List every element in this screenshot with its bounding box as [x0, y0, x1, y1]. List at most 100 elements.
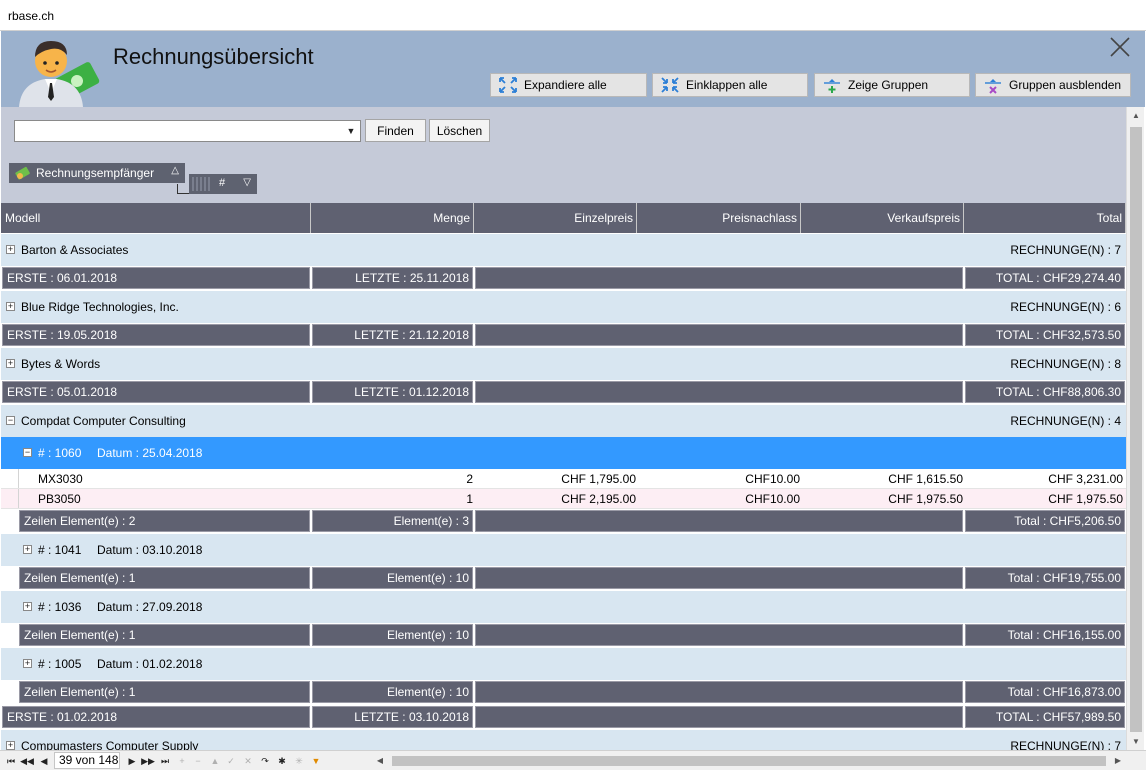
first-page-icon[interactable]: ⏮ [3, 753, 19, 769]
cell-discount: CHF10.00 [745, 472, 800, 486]
invoice-number: # : 1041 [38, 543, 82, 557]
dropdown-arrow-icon[interactable]: ▼ [344, 123, 358, 139]
invoice-summary-row: Zeilen Element(e) : 1 Element(e) : 10 To… [1, 680, 1126, 705]
scroll-thumb[interactable] [1130, 127, 1142, 732]
show-groups-button[interactable]: Zeige Gruppen [814, 73, 970, 97]
table-row[interactable]: PB3050 1 CHF 2,195.00 CHF10.00 CHF 1,975… [1, 489, 1126, 509]
group-summary-row: ERSTE : 01.02.2018 LETZTE : 03.10.2018 T… [1, 705, 1126, 730]
hide-groups-button[interactable]: Gruppen ausblenden [975, 73, 1131, 97]
expand-all-button[interactable]: Expandiere alle [490, 73, 647, 97]
cancel-edit-icon[interactable]: ✕ [240, 753, 256, 769]
column-header-unit-price[interactable]: Einzelpreis [474, 203, 637, 233]
next-record-icon[interactable]: ▶ [124, 753, 140, 769]
table-row[interactable]: MX3030 2 CHF 1,795.00 CHF10.00 CHF 1,615… [1, 469, 1126, 489]
invoice-element-count: Element(e) : 10 [312, 567, 473, 589]
close-icon[interactable] [1107, 34, 1133, 60]
expand-icon[interactable]: + [6, 302, 15, 311]
drag-grip-icon[interactable] [192, 177, 212, 191]
record-navigator: ⏮ ◀◀ ◀ 39 von 148 ▶ ▶▶ ⏭ + − ▲ ✓ ✕ ↷ ✱ ✳… [0, 750, 1146, 770]
collapse-icon[interactable]: − [6, 416, 15, 425]
expand-icon[interactable]: + [6, 741, 15, 750]
previous-record-icon[interactable]: ◀ [36, 753, 52, 769]
search-combo[interactable]: ▼ [14, 120, 361, 142]
group-row[interactable]: + Compumasters Computer Supply RECHNUNGE… [1, 730, 1126, 750]
group-total: TOTAL : CHF88,806.30 [965, 381, 1125, 403]
group-row[interactable]: + Barton & Associates RECHNUNGE(N) : 7 [1, 234, 1126, 266]
indent-line [18, 489, 19, 508]
clear-button[interactable]: Löschen [429, 119, 490, 142]
invoice-group-row-selected[interactable]: − # : 1060 Datum : 25.04.2018 [1, 437, 1126, 469]
invoice-line-count: Zeilen Element(e) : 1 [19, 624, 310, 646]
horizontal-scrollbar[interactable]: ◀ ▶ [372, 753, 1126, 769]
group-by-recipient-chip[interactable]: Rechnungsempfänger △ [9, 163, 185, 183]
group-row[interactable]: + Blue Ridge Technologies, Inc. RECHNUNG… [1, 291, 1126, 323]
group-total: TOTAL : CHF32,573.50 [965, 324, 1125, 346]
collapse-icon[interactable]: − [23, 448, 32, 457]
column-header-model[interactable]: Modell [1, 203, 311, 233]
hide-groups-icon [985, 79, 1001, 94]
invoice-line-count: Zeilen Element(e) : 2 [19, 510, 310, 532]
add-record-icon[interactable]: + [174, 753, 190, 769]
expand-icon[interactable]: + [23, 545, 32, 554]
group-name: Compdat Computer Consulting [21, 414, 186, 428]
filter-funnel-icon[interactable]: ▼ [308, 753, 324, 769]
edit-record-icon[interactable]: ▲ [207, 753, 223, 769]
group-by-number-chip[interactable]: # ▽ [189, 174, 257, 194]
group-total: TOTAL : CHF57,989.50 [965, 706, 1125, 728]
group-by-recipient-label: Rechnungsempfänger [36, 166, 155, 180]
invoice-grid: Modell Menge Einzelpreis Preisnachlass V… [1, 203, 1126, 750]
indent-line [18, 469, 19, 488]
invoice-number: # : 1005 [38, 657, 82, 671]
find-button[interactable]: Finden [365, 119, 426, 142]
scroll-up-icon[interactable]: ▲ [1128, 107, 1144, 124]
last-page-icon[interactable]: ⏭ [157, 753, 173, 769]
group-row-expanded[interactable]: − Compdat Computer Consulting RECHNUNGE(… [1, 405, 1126, 437]
delete-record-icon[interactable]: − [190, 753, 206, 769]
filter-icon[interactable]: ▽ [243, 177, 251, 188]
previous-page-icon[interactable]: ◀◀ [19, 753, 35, 769]
expand-all-label: Expandiere alle [524, 78, 607, 92]
cell-model: MX3030 [38, 472, 83, 486]
scroll-right-icon[interactable]: ▶ [1110, 753, 1126, 769]
summary-spacer [475, 267, 963, 289]
cell-discount: CHF10.00 [745, 492, 800, 506]
column-header-discount[interactable]: Preisnachlass [637, 203, 801, 233]
summary-spacer [475, 510, 963, 532]
horizontal-scroll-thumb[interactable] [392, 756, 1106, 766]
expand-icon[interactable]: + [6, 359, 15, 368]
column-header-quantity[interactable]: Menge [311, 203, 474, 233]
invoice-date: Datum : 25.04.2018 [97, 446, 203, 460]
expand-icon[interactable]: + [6, 245, 15, 254]
scroll-down-icon[interactable]: ▼ [1128, 733, 1144, 750]
column-header-total[interactable]: Total [964, 203, 1126, 233]
summary-spacer [475, 324, 963, 346]
expand-icon[interactable]: + [23, 659, 32, 668]
cell-quantity: 2 [466, 472, 473, 486]
column-header-sale-price[interactable]: Verkaufspreis [801, 203, 964, 233]
collapse-all-label: Einklappen alle [686, 78, 768, 92]
bookmark-icon[interactable]: ✱ [274, 753, 290, 769]
group-first-date: ERSTE : 06.01.2018 [2, 267, 310, 289]
summary-spacer [475, 624, 963, 646]
page-title: Rechnungsübersicht [113, 44, 314, 69]
next-page-icon[interactable]: ▶▶ [140, 753, 156, 769]
cell-unit-price: CHF 1,795.00 [561, 472, 636, 486]
scroll-left-icon[interactable]: ◀ [372, 753, 388, 769]
group-row[interactable]: + Bytes & Words RECHNUNGE(N) : 8 [1, 348, 1126, 380]
invoice-group-row[interactable]: + # : 1036 Datum : 27.09.2018 [1, 591, 1126, 623]
sort-ascending-icon[interactable]: △ [171, 165, 179, 176]
hide-groups-label: Gruppen ausblenden [1009, 78, 1122, 92]
expand-icon[interactable]: + [23, 602, 32, 611]
collapse-all-button[interactable]: Einklappen alle [652, 73, 808, 97]
vertical-scrollbar[interactable]: ▲ ▼ [1126, 107, 1144, 750]
goto-bookmark-icon[interactable]: ✳ [291, 753, 307, 769]
summary-spacer [475, 381, 963, 403]
cell-model: PB3050 [38, 492, 81, 506]
group-first-date: ERSTE : 05.01.2018 [2, 381, 310, 403]
invoice-group-row[interactable]: + # : 1005 Datum : 01.02.2018 [1, 648, 1126, 680]
invoice-group-row[interactable]: + # : 1041 Datum : 03.10.2018 [1, 534, 1126, 566]
save-record-icon[interactable]: ✓ [223, 753, 239, 769]
refresh-icon[interactable]: ↷ [257, 753, 273, 769]
invoice-element-count: Element(e) : 10 [312, 624, 473, 646]
invoice-summary-row: Zeilen Element(e) : 1 Element(e) : 10 To… [1, 623, 1126, 648]
